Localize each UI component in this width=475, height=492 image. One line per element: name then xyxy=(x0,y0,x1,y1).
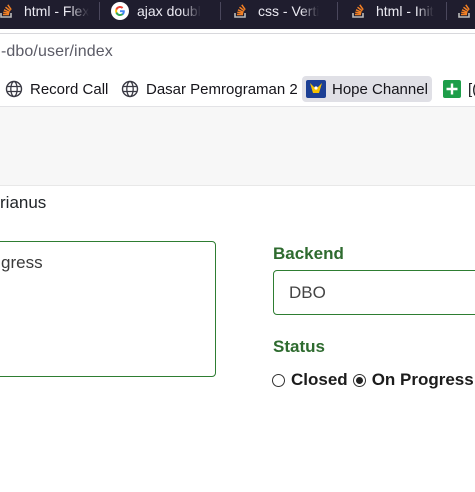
status-radio-group: Closed On Progress xyxy=(272,370,475,390)
tab-separator xyxy=(337,2,338,20)
stackoverflow-icon xyxy=(350,2,368,20)
bookmark-partial[interactable]: [( xyxy=(438,76,475,102)
bookmark-label: Hope Channel xyxy=(332,80,428,98)
page-header-band xyxy=(0,107,475,186)
tab-separator xyxy=(99,2,100,20)
bookmark-label: Dasar Pemrograman 2 xyxy=(146,80,298,98)
backend-label: Backend xyxy=(273,244,344,263)
address-bar[interactable]: -dbo/user/index xyxy=(0,33,475,72)
url-text[interactable]: -dbo/user/index xyxy=(1,43,113,61)
tab-title: html - Init xyxy=(376,3,434,19)
globe-icon xyxy=(4,79,24,99)
tab-title: css - Verti xyxy=(258,3,320,19)
tab-title: html - Flex xyxy=(24,3,90,19)
tab-title: ajax doubl xyxy=(137,3,201,19)
stackoverflow-icon xyxy=(232,2,250,20)
page-content: rianus gress Backend DBO Status Closed O… xyxy=(0,107,475,492)
notes-text: gress xyxy=(1,253,43,272)
bookmark-label: Record Call xyxy=(30,80,109,98)
bookmark-record-call[interactable]: Record Call xyxy=(0,76,112,102)
status-radio-on-progress[interactable] xyxy=(352,373,366,387)
browser-tab[interactable]: css - Verti xyxy=(232,0,332,22)
status-radio-closed[interactable] xyxy=(272,373,285,387)
backend-input[interactable]: DBO xyxy=(273,270,475,315)
browser-tab-strip: html - Flex ajax doubl css - Verti html … xyxy=(0,0,475,29)
browser-tab[interactable]: ajax doubl xyxy=(111,0,216,22)
owner-name-text: rianus xyxy=(0,193,47,212)
backend-value: DBO xyxy=(289,283,326,302)
tab-separator xyxy=(446,2,447,20)
google-icon xyxy=(111,2,129,20)
status-option-label[interactable]: On Progress xyxy=(372,370,474,390)
status-option-label[interactable]: Closed xyxy=(291,370,348,390)
stackoverflow-icon xyxy=(0,2,16,20)
status-label: Status xyxy=(273,337,325,356)
green-plus-icon xyxy=(442,79,462,99)
bookmark-dasar-pemrograman-2[interactable]: Dasar Pemrograman 2 xyxy=(116,76,302,102)
tab-separator xyxy=(220,2,221,20)
browser-tab[interactable] xyxy=(456,0,475,22)
browser-tab[interactable]: html - Init xyxy=(350,0,442,22)
globe-icon xyxy=(120,79,140,99)
bookmark-hope-channel[interactable]: Hope Channel xyxy=(302,76,432,102)
stackoverflow-icon xyxy=(456,2,474,20)
notes-textarea[interactable]: gress xyxy=(0,241,216,377)
bookmarks-toolbar: Record Call Dasar Pemrograman 2 Hope Cha… xyxy=(0,72,475,107)
hope-channel-icon xyxy=(306,79,326,99)
radio-selected-dot xyxy=(355,376,363,384)
browser-tab[interactable]: html - Flex xyxy=(0,0,90,22)
bookmark-label: [( xyxy=(468,80,475,98)
